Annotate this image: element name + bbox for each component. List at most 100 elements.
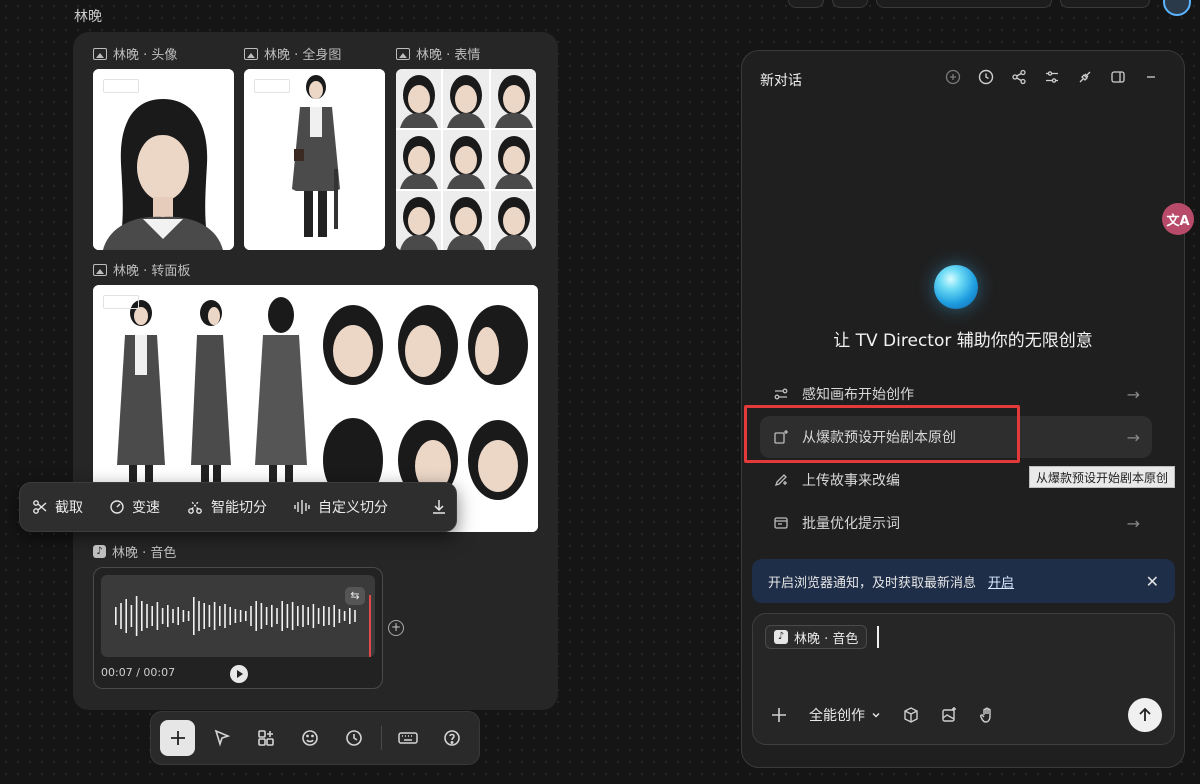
expression-cell [396, 69, 442, 128]
expression-cell [490, 69, 536, 128]
replace-audio-button[interactable]: ⇆ [345, 587, 365, 605]
upload-story-icon [772, 471, 790, 489]
clock-icon [346, 730, 362, 746]
music-note-icon: ♪ [93, 545, 106, 558]
waveform-bar [130, 605, 133, 627]
action-batch-prompt[interactable]: 批量优化提示词 → [760, 502, 1152, 544]
scissors-icon [32, 499, 48, 515]
chat-title: 新对话 [760, 73, 802, 89]
image-icon [93, 47, 107, 60]
waveform-bar [307, 607, 309, 625]
portrait-image[interactable] [93, 69, 234, 250]
attached-voice-chip[interactable]: ♪ 林晚 · 音色 [765, 625, 868, 649]
pointer-icon [214, 729, 230, 747]
share-icon[interactable] [1010, 68, 1028, 86]
expression-cell [490, 130, 536, 189]
image-sparkle-icon [942, 707, 956, 722]
waveform-bar [338, 609, 341, 623]
image-icon [244, 47, 258, 60]
apps-button[interactable] [248, 720, 283, 756]
top-toolbar-button[interactable] [788, 0, 824, 8]
download-button[interactable] [430, 498, 448, 516]
playhead[interactable] [369, 595, 371, 657]
waveform-bar [208, 605, 211, 627]
send-button[interactable] [1128, 698, 1162, 732]
top-toolbar-button[interactable] [1060, 0, 1150, 8]
waveform-bar [234, 609, 237, 623]
waveform-bar [198, 601, 200, 631]
image-gen-button[interactable] [937, 703, 961, 727]
attach-button[interactable] [767, 703, 791, 727]
add-chat-icon[interactable] [944, 68, 962, 86]
text-caret [877, 626, 879, 648]
waveform-bar [203, 603, 205, 629]
top-toolbar-button[interactable] [832, 0, 868, 8]
waveform-bar [120, 603, 122, 629]
waveform-bar [297, 606, 299, 626]
waveform-bar [141, 601, 143, 631]
help-button[interactable] [435, 720, 470, 756]
gesture-button[interactable] [975, 703, 999, 727]
waveform-bar [172, 609, 174, 623]
waveform-bars [115, 595, 371, 657]
expression-cell [443, 130, 489, 189]
apps-icon [258, 730, 274, 746]
arrow-right-icon: → [1126, 513, 1140, 533]
speed-button[interactable]: 变速 [109, 497, 160, 517]
waveform-bar [187, 611, 190, 621]
waveform-bar [291, 602, 294, 630]
toolbar-divider [380, 726, 382, 750]
enable-notifications-link[interactable]: 开启 [988, 572, 1014, 591]
waveform-bar [151, 606, 153, 626]
waveform-bar [177, 607, 179, 625]
arrow-right-icon: → [1126, 384, 1140, 404]
translate-icon[interactable]: 文A [1162, 203, 1194, 235]
close-icon[interactable]: ✕ [1146, 572, 1159, 591]
waveform-bar [343, 611, 346, 621]
voice-audio-card[interactable]: ⇆ 00:07 / 00:07 [93, 567, 383, 689]
expression-cell [443, 191, 489, 250]
watermark [103, 295, 139, 309]
add-node-button[interactable] [160, 720, 196, 756]
highlight-annotation [744, 405, 1020, 463]
cube-icon [904, 707, 918, 723]
play-button[interactable] [230, 665, 248, 683]
smart-split-icon [186, 499, 204, 515]
waveform-bar [161, 608, 164, 624]
assistant-orb-icon [934, 265, 978, 309]
panel-icon[interactable] [1109, 68, 1127, 86]
keyboard-icon [398, 732, 418, 744]
waveform-bar [135, 596, 138, 636]
fullbody-image[interactable] [244, 69, 385, 250]
expression-sheet-image[interactable] [396, 69, 536, 250]
chat-composer[interactable]: ♪ 林晚 · 音色 全能创作 [752, 613, 1175, 745]
connect-icon[interactable] [1076, 68, 1094, 86]
emoji-button[interactable] [292, 720, 327, 756]
custom-split-button[interactable]: 自定义切分 [293, 497, 388, 517]
waveform-bar [312, 604, 315, 628]
waveform-bar [115, 607, 117, 625]
history-button[interactable] [337, 720, 372, 756]
waveform-bar [156, 602, 159, 630]
add-connection-icon[interactable]: + [388, 620, 404, 636]
select-tool-button[interactable] [204, 720, 239, 756]
model-3d-button[interactable] [899, 703, 923, 727]
history-icon[interactable] [977, 68, 995, 86]
settings-icon[interactable] [1043, 68, 1061, 86]
waveform[interactable]: ⇆ [101, 575, 375, 657]
waveform-bar [260, 603, 263, 629]
waveform-bar [265, 607, 268, 625]
top-toolbar-field[interactable] [876, 0, 1052, 8]
mode-selector[interactable]: 全能创作 [809, 705, 881, 725]
expression-cell [490, 191, 536, 250]
speed-icon [109, 499, 125, 515]
action-tooltip: 从爆款预设开始剧本原创 [1029, 466, 1176, 488]
shortcuts-button[interactable] [391, 720, 426, 756]
waveform-bar [219, 606, 221, 626]
crop-button[interactable]: 截取 [32, 497, 83, 517]
minimize-icon[interactable] [1142, 68, 1160, 86]
plus-icon [170, 731, 185, 745]
smart-split-button[interactable]: 智能切分 [186, 497, 267, 517]
user-avatar[interactable] [1163, 0, 1191, 16]
waveform-bar [229, 607, 231, 625]
